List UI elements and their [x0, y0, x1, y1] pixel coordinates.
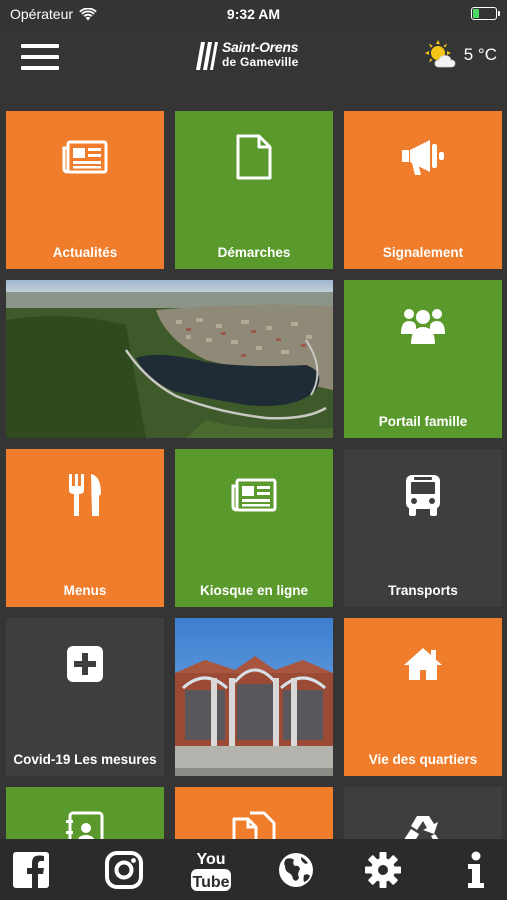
tile-transports[interactable]: Transports — [344, 449, 502, 607]
gear-icon — [365, 852, 401, 888]
megaphone-icon — [402, 140, 444, 175]
app-header: Saint-Orens de Gameville 5 °C — [0, 28, 507, 94]
recycle-icon — [403, 816, 441, 842]
instagram-icon — [105, 851, 143, 889]
family-icon — [401, 309, 445, 344]
tile-grid: Actualités Démarches Signalement Portail… — [0, 107, 507, 842]
status-time: 9:32 AM — [226, 6, 281, 22]
tile-recyclage[interactable] — [344, 787, 502, 842]
status-bar: Opérateur 9:32 AM — [0, 0, 507, 28]
town-logo: Saint-Orens de Gameville — [196, 38, 316, 74]
tile-vie-des-quartiers[interactable]: Vie des quartiers — [344, 618, 502, 776]
tile-demarches[interactable]: Démarches — [175, 111, 333, 269]
logo-text-line1: Saint-Orens — [222, 39, 299, 55]
temperature-text: 5 °C — [463, 45, 497, 64]
sun-cloud-icon — [424, 40, 456, 68]
tile-menus[interactable]: Menus — [6, 449, 164, 607]
hamburger-menu-button[interactable] — [21, 44, 59, 70]
house-icon — [404, 648, 442, 680]
document-icon — [236, 134, 272, 180]
tile-label: Portail famille — [378, 414, 468, 429]
tile-label: Menus — [63, 583, 107, 598]
instagram-button[interactable] — [103, 849, 145, 891]
tile-label: Vie des quartiers — [368, 752, 478, 767]
tile-portail-famille[interactable]: Portail famille — [344, 280, 502, 438]
youtube-button[interactable]: You Tube — [189, 849, 233, 891]
tile-label: Covid-19 Les mesures — [13, 752, 157, 767]
website-button[interactable] — [275, 849, 317, 891]
tile-actualites[interactable]: Actualités — [6, 111, 164, 269]
bottom-toolbar: You Tube — [0, 839, 507, 900]
aerial-town-photo[interactable] — [6, 280, 333, 438]
tile-label: Kiosque en ligne — [199, 583, 308, 598]
newspaper-icon — [62, 140, 108, 174]
info-icon — [468, 851, 484, 888]
weather-widget[interactable]: 5 °C — [424, 40, 497, 70]
tile-label: Actualités — [52, 245, 118, 260]
contact-book-icon — [66, 811, 104, 842]
tile-label: Transports — [388, 583, 458, 598]
building-facade-photo[interactable] — [175, 618, 333, 776]
facebook-button[interactable] — [10, 849, 52, 891]
youtube-text-top: You — [196, 851, 225, 868]
tile-signalement[interactable]: Signalement — [344, 111, 502, 269]
battery-icon — [471, 7, 500, 20]
globe-icon — [279, 853, 313, 887]
tile-documents[interactable] — [175, 787, 333, 842]
tile-kiosque-en-ligne[interactable]: Kiosque en ligne — [175, 449, 333, 607]
facebook-icon — [13, 852, 49, 888]
logo-text-line2: de Gameville — [222, 55, 299, 69]
fork-knife-icon — [69, 474, 101, 516]
info-button[interactable] — [455, 849, 497, 891]
youtube-icon: You Tube — [191, 851, 231, 891]
plus-box-icon — [67, 646, 103, 682]
tile-covid-19[interactable]: Covid-19 Les mesures — [6, 618, 164, 776]
newspaper-icon — [231, 478, 277, 512]
youtube-text-bottom: Tube — [192, 874, 229, 891]
documents-icon — [232, 811, 276, 842]
tile-label: Signalement — [382, 245, 464, 260]
settings-button[interactable] — [362, 849, 404, 891]
tile-contacts[interactable] — [6, 787, 164, 842]
bus-icon — [406, 475, 440, 516]
logo-stripes-icon — [196, 42, 218, 70]
tile-label: Démarches — [217, 245, 291, 260]
